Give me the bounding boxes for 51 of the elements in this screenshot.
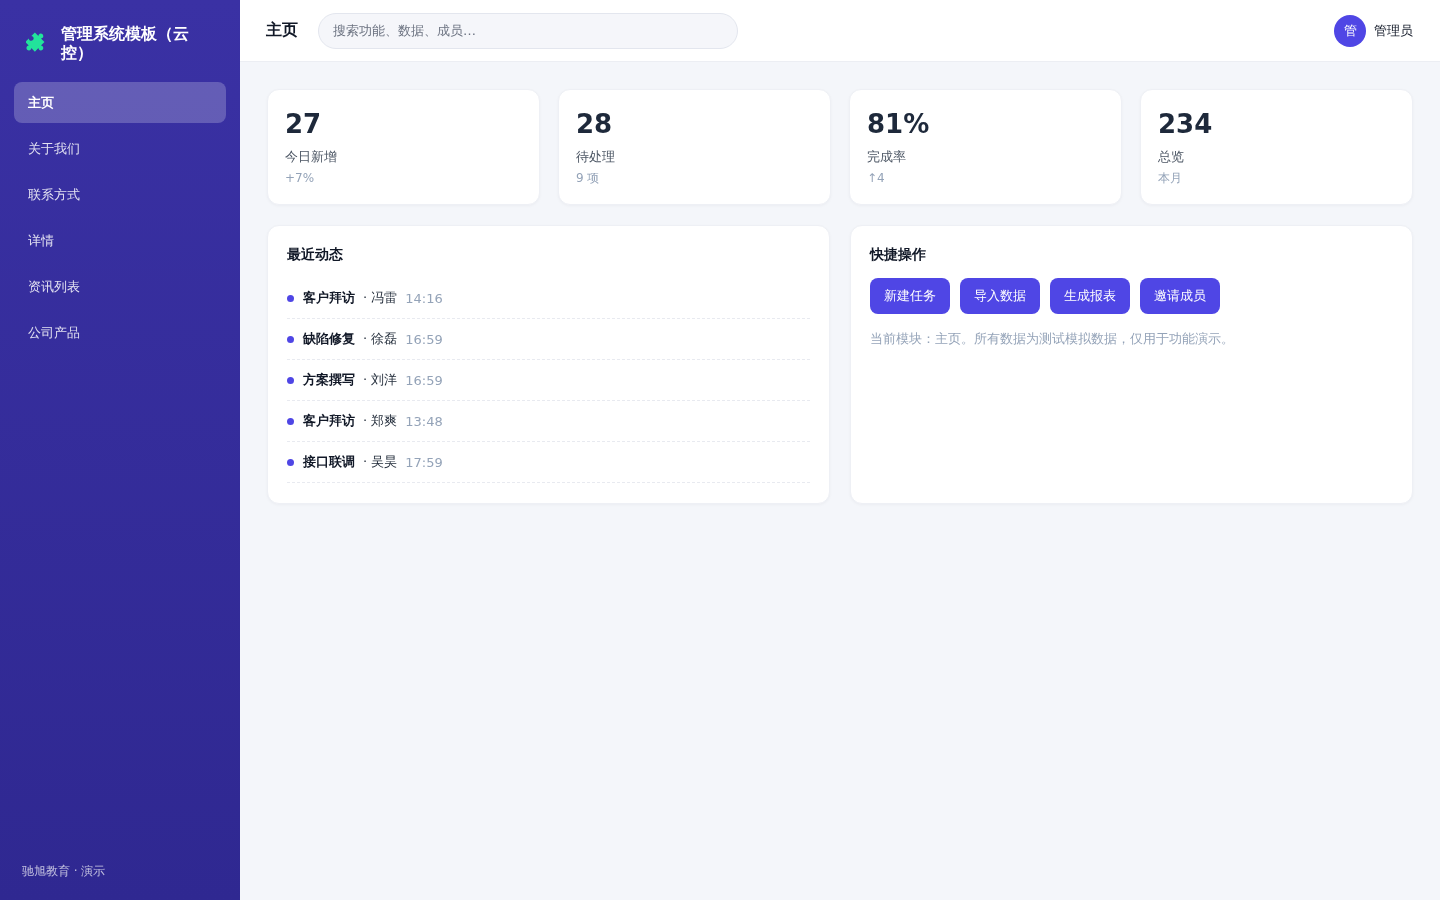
- action-button[interactable]: 新建任务: [870, 278, 950, 314]
- stat-value: 81%: [867, 108, 930, 141]
- activity-person: · 刘洋: [363, 371, 398, 389]
- panel-title: 最近动态: [287, 245, 343, 263]
- dot-icon: [287, 417, 294, 425]
- dot-icon: [287, 376, 294, 384]
- sidebar-item[interactable]: 联系方式: [14, 174, 226, 215]
- dot-icon: [287, 335, 294, 343]
- activity-person: · 徐磊: [363, 330, 398, 348]
- search-field[interactable]: 搜索功能、数据、成员…: [318, 12, 738, 49]
- sidebar-footer: 驰旭教育 · 演示: [14, 863, 226, 880]
- action-button[interactable]: 邀请成员: [1140, 278, 1220, 314]
- brand-title: 管理系统模板（云控）: [61, 24, 190, 62]
- stat-note: 本月: [1158, 170, 1182, 187]
- stat-label: 总览: [1158, 148, 1184, 166]
- stat-label: 完成率: [867, 148, 906, 166]
- module-note: 当前模块：主页。所有数据为测试模拟数据，仅用于功能演示。: [870, 330, 1234, 348]
- user-avatar[interactable]: 管: [1334, 14, 1366, 47]
- sidebar-item[interactable]: 资讯列表: [14, 266, 226, 307]
- activity-time: 17:59: [405, 454, 443, 470]
- dot-icon: [287, 458, 294, 466]
- activity-title: 客户拜访: [303, 289, 355, 307]
- stat-value: 27: [285, 108, 322, 141]
- page-title: 主页: [266, 20, 298, 41]
- activity-time: 16:59: [405, 372, 443, 388]
- user-name: 管理员: [1374, 21, 1413, 40]
- stat-note: 9 项: [576, 170, 600, 187]
- stat-note: ↑4: [867, 170, 885, 187]
- activity-title: 接口联调: [303, 453, 355, 471]
- stat-value: 234: [1158, 108, 1213, 141]
- activity-time: 14:16: [405, 290, 443, 306]
- activity-time: 16:59: [405, 331, 443, 347]
- sidebar-item[interactable]: 详情: [14, 220, 226, 261]
- activity-person: · 吴昊: [363, 453, 398, 471]
- action-button[interactable]: 导入数据: [960, 278, 1040, 314]
- dot-icon: [287, 294, 294, 302]
- sidebar-item[interactable]: 公司产品: [14, 312, 226, 353]
- activity-time: 13:48: [405, 413, 443, 429]
- activity-person: · 郑爽: [363, 412, 398, 430]
- activity-person: · 冯雷: [363, 289, 398, 307]
- stat-label: 今日新增: [285, 148, 337, 166]
- activity-title: 客户拜访: [303, 412, 355, 430]
- activity-title: 缺陷修复: [303, 330, 355, 348]
- sidebar-item[interactable]: 主页: [14, 82, 226, 123]
- action-button[interactable]: 生成报表: [1050, 278, 1130, 314]
- activity-title: 方案撰写: [303, 371, 355, 389]
- stat-note: +7%: [285, 170, 315, 187]
- stat-value: 28: [576, 108, 613, 141]
- stat-label: 待处理: [576, 148, 615, 166]
- sidebar-item[interactable]: 关于我们: [14, 128, 226, 169]
- panel-title: 快捷操作: [870, 245, 926, 263]
